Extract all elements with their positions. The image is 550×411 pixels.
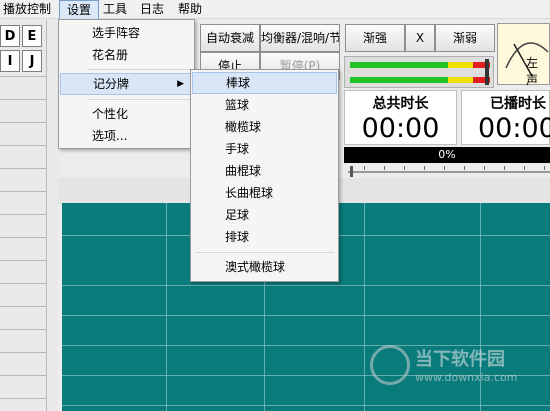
menu-bar: 播放控制 设置 工具 日志 帮助 [0,0,550,21]
key-i-button[interactable]: I [0,50,20,72]
right-channel-bar [350,77,490,83]
key-d-button[interactable]: D [0,25,20,47]
menu-item-handball[interactable]: 手球 [192,138,337,160]
menu-item-hockey[interactable]: 曲棍球 [192,160,337,182]
volume-handle[interactable] [485,59,489,85]
fade-in-button[interactable]: 渐强 [345,24,405,52]
played-time-value: 00:00 [478,113,550,144]
menu-item-scoreboard-label: 记分牌 [93,77,130,91]
key-j-button[interactable]: J [22,50,42,72]
menu-item-volleyball[interactable]: 排球 [192,226,337,248]
menu-item-lineup[interactable]: 选手阵容 [60,22,193,44]
menu-play-control[interactable]: 播放控制 [1,1,53,18]
seek-thumb[interactable] [350,166,353,177]
menu-item-soccer[interactable]: 足球 [192,204,337,226]
menu-item-scoreboard[interactable]: 记分牌 ▶ [60,73,193,95]
level-meter [344,56,494,88]
menu-item-baseball[interactable]: 棒球 [192,72,337,94]
played-time-display: 已播时长 00:00 [461,90,550,145]
total-time-value: 00:00 [361,113,440,144]
watermark-title: 当下软件园 [415,349,505,370]
settings-menu: 选手阵容 花名册 记分牌 ▶ 个性化 选项... [58,19,195,149]
meter-label: 左声 [526,56,539,87]
menu-item-options[interactable]: 选项... [60,125,193,147]
menu-item-football[interactable]: 橄榄球 [192,116,337,138]
menu-settings[interactable]: 设置 [59,0,99,21]
watermark-url: www.downxia.com [415,371,518,384]
watermark-logo-icon [370,345,410,385]
menu-item-personalize[interactable]: 个性化 [60,103,193,125]
seek-slider[interactable] [344,166,550,178]
menu-item-roster[interactable]: 花名册 [60,44,193,66]
played-time-label: 已播时长 [490,96,546,112]
fade-out-button[interactable]: 渐弱 [435,24,495,52]
key-e-button[interactable]: E [22,25,42,47]
close-button[interactable]: X [405,24,435,52]
menu-help[interactable]: 帮助 [176,1,204,18]
submenu-arrow-icon: ▶ [177,79,184,89]
column-divider [46,20,47,411]
progress-bar: 0% [344,147,550,163]
menu-item-aussie-rules[interactable]: 澳式橄榄球 [192,256,337,278]
menu-log[interactable]: 日志 [138,1,166,18]
auto-fade-button[interactable]: 自动衰减 [200,24,260,52]
menu-tools[interactable]: 工具 [101,1,129,18]
total-time-display: 总共时长 00:00 [344,90,457,145]
left-channel-bar [350,62,490,68]
total-time-label: 总共时长 [372,96,429,112]
menu-item-basketball[interactable]: 篮球 [192,94,337,116]
vu-meter: 左声 [497,23,550,87]
lineup-grid: D E I J [0,20,58,411]
scoreboard-submenu: 棒球 篮球 橄榄球 手球 曲棍球 长曲棍球 足球 排球 澳式橄榄球 [190,69,339,282]
menu-item-lacrosse[interactable]: 长曲棍球 [192,182,337,204]
watermark: 当下软件园 www.downxia.com [370,345,550,395]
equalizer-button[interactable]: 均衡器/混响/节拍 [260,24,340,52]
